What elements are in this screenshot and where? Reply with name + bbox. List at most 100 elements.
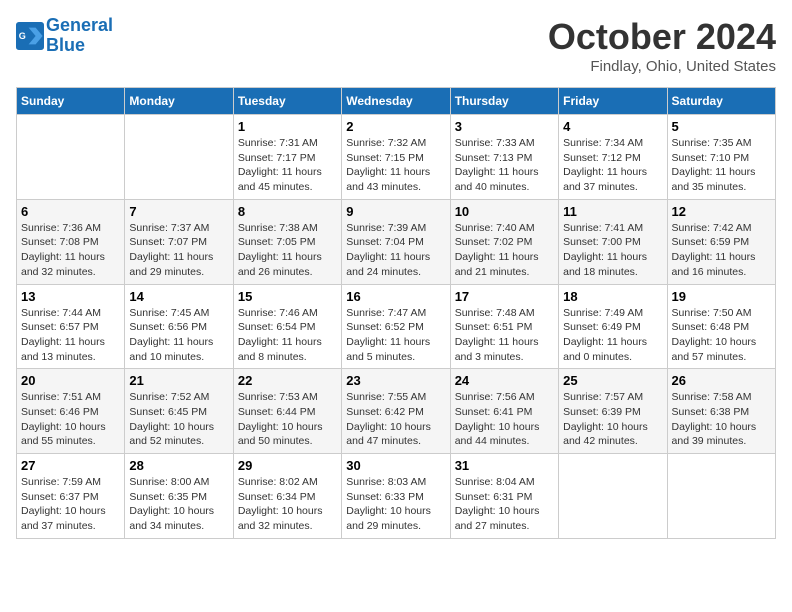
day-detail: Sunrise: 7:52 AM Sunset: 6:45 PM Dayligh… (129, 390, 228, 449)
calendar-cell: 30 Sunrise: 8:03 AM Sunset: 6:33 PM Dayli… (342, 454, 450, 539)
calendar-cell: 2 Sunrise: 7:32 AM Sunset: 7:15 PM Daylig… (342, 115, 450, 200)
calendar-cell: 15 Sunrise: 7:46 AM Sunset: 6:54 PM Dayli… (233, 284, 341, 369)
day-detail: Sunrise: 7:39 AM Sunset: 7:04 PM Dayligh… (346, 221, 445, 280)
day-number: 22 (238, 373, 337, 388)
calendar-cell: 1 Sunrise: 7:31 AM Sunset: 7:17 PM Daylig… (233, 115, 341, 200)
day-detail: Sunrise: 7:50 AM Sunset: 6:48 PM Dayligh… (672, 306, 771, 365)
calendar-cell: 6Sunrise: 7:36 AM Sunset: 7:08 PM Daylig… (17, 199, 125, 284)
day-detail: Sunrise: 7:49 AM Sunset: 6:49 PM Dayligh… (563, 306, 662, 365)
day-number: 3 (455, 119, 554, 134)
logo-text: General Blue (46, 16, 113, 56)
day-detail: Sunrise: 7:44 AM Sunset: 6:57 PM Dayligh… (21, 306, 120, 365)
day-detail: Sunrise: 7:58 AM Sunset: 6:38 PM Dayligh… (672, 390, 771, 449)
calendar-table: SundayMondayTuesdayWednesdayThursdayFrid… (16, 87, 776, 539)
day-number: 20 (21, 373, 120, 388)
calendar-cell: 18 Sunrise: 7:49 AM Sunset: 6:49 PM Dayli… (559, 284, 667, 369)
logo-line1: General (46, 15, 113, 35)
calendar-cell: 31 Sunrise: 8:04 AM Sunset: 6:31 PM Dayli… (450, 454, 558, 539)
day-number: 19 (672, 289, 771, 304)
calendar-cell: 13 Sunrise: 7:44 AM Sunset: 6:57 PM Dayli… (17, 284, 125, 369)
day-detail: Sunrise: 7:41 AM Sunset: 7:00 PM Dayligh… (563, 221, 662, 280)
col-header-thursday: Thursday (450, 88, 558, 115)
calendar-cell: 20Sunrise: 7:51 AM Sunset: 6:46 PM Dayli… (17, 369, 125, 454)
day-number: 18 (563, 289, 662, 304)
day-detail: Sunrise: 7:35 AM Sunset: 7:10 PM Dayligh… (672, 136, 771, 195)
day-detail: Sunrise: 7:45 AM Sunset: 6:56 PM Dayligh… (129, 306, 228, 365)
calendar-cell: 22Sunrise: 7:53 AM Sunset: 6:44 PM Dayli… (233, 369, 341, 454)
col-header-sunday: Sunday (17, 88, 125, 115)
day-detail: Sunrise: 7:31 AM Sunset: 7:17 PM Dayligh… (238, 136, 337, 195)
month-title: October 2024 (548, 16, 776, 58)
day-number: 9 (346, 204, 445, 219)
location: Findlay, Ohio, United States (548, 58, 776, 75)
day-number: 28 (129, 458, 228, 473)
day-number: 7 (129, 204, 228, 219)
calendar-cell: 17 Sunrise: 7:48 AM Sunset: 6:51 PM Dayli… (450, 284, 558, 369)
calendar-cell: 26 Sunrise: 7:58 AM Sunset: 6:38 PM Dayli… (667, 369, 775, 454)
day-number: 2 (346, 119, 445, 134)
calendar-cell: 3 Sunrise: 7:33 AM Sunset: 7:13 PM Daylig… (450, 115, 558, 200)
logo-icon: G (16, 22, 44, 50)
calendar-cell (667, 454, 775, 539)
day-detail: Sunrise: 7:34 AM Sunset: 7:12 PM Dayligh… (563, 136, 662, 195)
calendar-cell: 19 Sunrise: 7:50 AM Sunset: 6:48 PM Dayli… (667, 284, 775, 369)
col-header-tuesday: Tuesday (233, 88, 341, 115)
day-detail: Sunrise: 8:02 AM Sunset: 6:34 PM Dayligh… (238, 475, 337, 534)
header-row: SundayMondayTuesdayWednesdayThursdayFrid… (17, 88, 776, 115)
day-number: 12 (672, 204, 771, 219)
col-header-monday: Monday (125, 88, 233, 115)
logo-line2: Blue (46, 35, 85, 55)
day-number: 25 (563, 373, 662, 388)
calendar-cell: 11Sunrise: 7:41 AM Sunset: 7:00 PM Dayli… (559, 199, 667, 284)
day-detail: Sunrise: 7:37 AM Sunset: 7:07 PM Dayligh… (129, 221, 228, 280)
calendar-cell: 14 Sunrise: 7:45 AM Sunset: 6:56 PM Dayli… (125, 284, 233, 369)
day-number: 17 (455, 289, 554, 304)
day-detail: Sunrise: 7:33 AM Sunset: 7:13 PM Dayligh… (455, 136, 554, 195)
calendar-cell: 7 Sunrise: 7:37 AM Sunset: 7:07 PM Daylig… (125, 199, 233, 284)
calendar-cell: 21Sunrise: 7:52 AM Sunset: 6:45 PM Dayli… (125, 369, 233, 454)
day-number: 13 (21, 289, 120, 304)
svg-text:G: G (19, 31, 26, 41)
title-block: October 2024 Findlay, Ohio, United State… (548, 16, 776, 75)
day-number: 23 (346, 373, 445, 388)
day-number: 30 (346, 458, 445, 473)
calendar-cell (17, 115, 125, 200)
page-header: G General Blue October 2024 Findlay, Ohi… (16, 16, 776, 75)
day-detail: Sunrise: 7:47 AM Sunset: 6:52 PM Dayligh… (346, 306, 445, 365)
day-detail: Sunrise: 7:56 AM Sunset: 6:41 PM Dayligh… (455, 390, 554, 449)
day-number: 29 (238, 458, 337, 473)
day-number: 31 (455, 458, 554, 473)
calendar-cell: 27 Sunrise: 7:59 AM Sunset: 6:37 PM Dayli… (17, 454, 125, 539)
calendar-cell: 23Sunrise: 7:55 AM Sunset: 6:42 PM Dayli… (342, 369, 450, 454)
calendar-cell: 24Sunrise: 7:56 AM Sunset: 6:41 PM Dayli… (450, 369, 558, 454)
day-detail: Sunrise: 7:48 AM Sunset: 6:51 PM Dayligh… (455, 306, 554, 365)
col-header-saturday: Saturday (667, 88, 775, 115)
day-number: 4 (563, 119, 662, 134)
calendar-cell: 16Sunrise: 7:47 AM Sunset: 6:52 PM Dayli… (342, 284, 450, 369)
day-detail: Sunrise: 7:59 AM Sunset: 6:37 PM Dayligh… (21, 475, 120, 534)
day-detail: Sunrise: 7:57 AM Sunset: 6:39 PM Dayligh… (563, 390, 662, 449)
day-detail: Sunrise: 8:03 AM Sunset: 6:33 PM Dayligh… (346, 475, 445, 534)
calendar-cell: 12Sunrise: 7:42 AM Sunset: 6:59 PM Dayli… (667, 199, 775, 284)
calendar-cell: 10 Sunrise: 7:40 AM Sunset: 7:02 PM Dayli… (450, 199, 558, 284)
calendar-cell: 29 Sunrise: 8:02 AM Sunset: 6:34 PM Dayli… (233, 454, 341, 539)
day-number: 14 (129, 289, 228, 304)
day-detail: Sunrise: 7:32 AM Sunset: 7:15 PM Dayligh… (346, 136, 445, 195)
day-detail: Sunrise: 7:40 AM Sunset: 7:02 PM Dayligh… (455, 221, 554, 280)
day-number: 15 (238, 289, 337, 304)
day-detail: Sunrise: 7:46 AM Sunset: 6:54 PM Dayligh… (238, 306, 337, 365)
calendar-cell: 4 Sunrise: 7:34 AM Sunset: 7:12 PM Daylig… (559, 115, 667, 200)
week-row-2: 6Sunrise: 7:36 AM Sunset: 7:08 PM Daylig… (17, 199, 776, 284)
day-number: 1 (238, 119, 337, 134)
day-detail: Sunrise: 7:38 AM Sunset: 7:05 PM Dayligh… (238, 221, 337, 280)
day-number: 26 (672, 373, 771, 388)
calendar-cell: 28Sunrise: 8:00 AM Sunset: 6:35 PM Dayli… (125, 454, 233, 539)
day-number: 10 (455, 204, 554, 219)
day-detail: Sunrise: 8:04 AM Sunset: 6:31 PM Dayligh… (455, 475, 554, 534)
day-number: 27 (21, 458, 120, 473)
calendar-cell (125, 115, 233, 200)
week-row-3: 13 Sunrise: 7:44 AM Sunset: 6:57 PM Dayli… (17, 284, 776, 369)
col-header-wednesday: Wednesday (342, 88, 450, 115)
calendar-cell (559, 454, 667, 539)
week-row-5: 27 Sunrise: 7:59 AM Sunset: 6:37 PM Dayli… (17, 454, 776, 539)
